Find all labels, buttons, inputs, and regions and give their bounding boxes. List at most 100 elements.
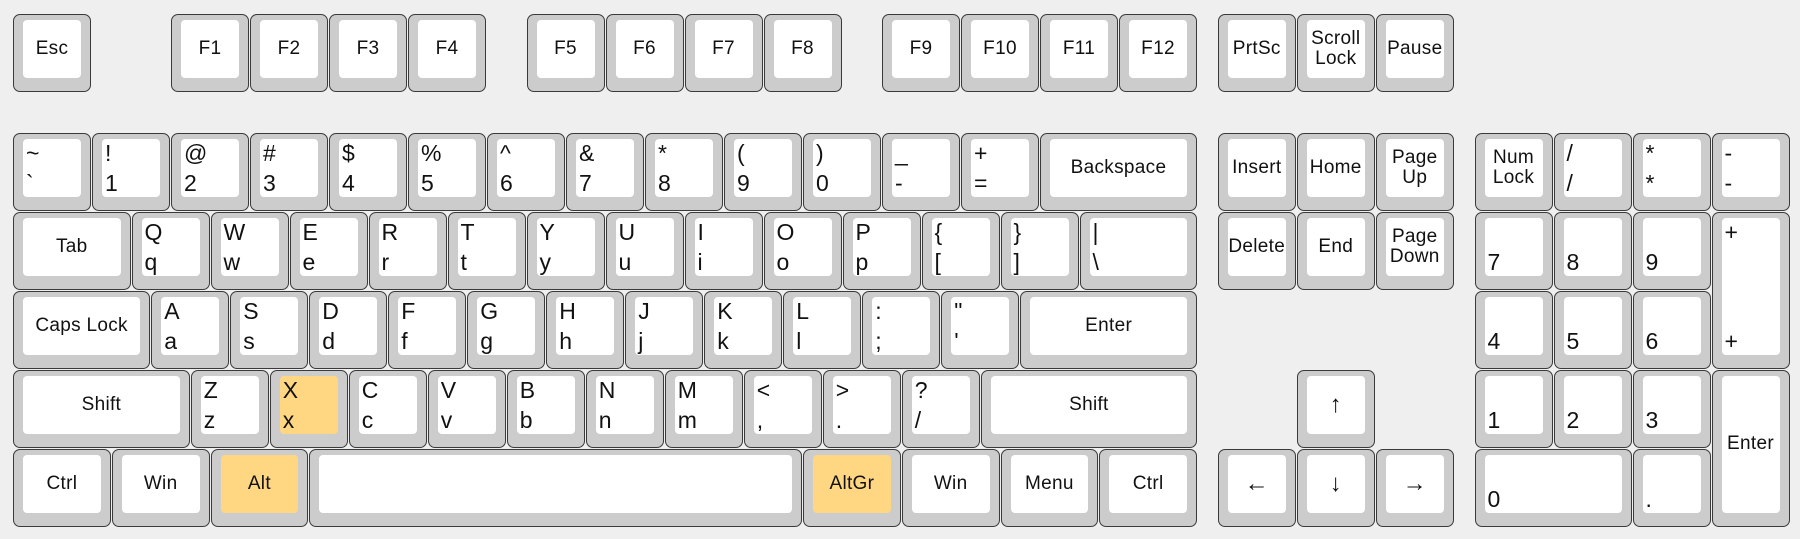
key-f9[interactable]: F9 bbox=[882, 14, 960, 92]
key-f6[interactable]: F6 bbox=[605, 14, 684, 92]
key-k[interactable]: Kk bbox=[704, 290, 783, 369]
key-arrow-left[interactable]: ← bbox=[1217, 448, 1296, 527]
key-num-8[interactable]: 8 bbox=[1553, 211, 1632, 290]
key-home[interactable]: Home bbox=[1296, 132, 1375, 211]
key-p[interactable]: Pp bbox=[842, 211, 921, 290]
key-num-lock[interactable]: Num Lock bbox=[1474, 132, 1553, 211]
key-f2[interactable]: F2 bbox=[250, 14, 328, 92]
key-end[interactable]: End bbox=[1296, 211, 1375, 290]
key-backspace[interactable]: Backspace bbox=[1040, 132, 1197, 211]
key-4[interactable]: $4 bbox=[329, 132, 407, 211]
key-backtick[interactable]: ~ ` bbox=[13, 132, 91, 211]
key-b[interactable]: Bb bbox=[506, 369, 585, 448]
key-f7[interactable]: F7 bbox=[684, 14, 763, 92]
key-right-bracket[interactable]: }] bbox=[1000, 211, 1079, 290]
key-num-plus[interactable]: + + bbox=[1711, 211, 1790, 369]
key-1[interactable]: ! 1 bbox=[92, 132, 170, 211]
key-7[interactable]: & 7 bbox=[566, 132, 644, 211]
key-5[interactable]: % 5 bbox=[408, 132, 486, 211]
key-left-shift[interactable]: Shift bbox=[13, 369, 190, 448]
key-backslash[interactable]: | \ bbox=[1079, 211, 1197, 290]
key-o[interactable]: Oo bbox=[763, 211, 842, 290]
key-enter[interactable]: Enter bbox=[1020, 290, 1197, 369]
key-z[interactable]: Zz bbox=[190, 369, 269, 448]
key-right-ctrl[interactable]: Ctrl bbox=[1099, 448, 1197, 527]
key-f3[interactable]: F3 bbox=[329, 14, 407, 92]
key-t[interactable]: Tt bbox=[447, 211, 526, 290]
key-slash[interactable]: ? / bbox=[901, 369, 980, 448]
key-w[interactable]: Ww bbox=[210, 211, 289, 290]
key-arrow-up[interactable]: ↑ bbox=[1296, 369, 1375, 448]
key-r[interactable]: Rr bbox=[368, 211, 447, 290]
key-delete[interactable]: Delete bbox=[1217, 211, 1296, 290]
key-x[interactable]: Xx bbox=[269, 369, 348, 448]
key-e[interactable]: Ee bbox=[289, 211, 368, 290]
key-period[interactable]: >. bbox=[822, 369, 901, 448]
key-tab[interactable]: Tab bbox=[13, 211, 131, 290]
key-c[interactable]: Cc bbox=[348, 369, 427, 448]
key-d[interactable]: Dd bbox=[309, 290, 388, 369]
key-num-0[interactable]: 0 bbox=[1474, 448, 1632, 527]
key-caps-lock[interactable]: Caps Lock bbox=[13, 290, 151, 369]
key-f8[interactable]: F8 bbox=[763, 14, 842, 92]
key-num-4[interactable]: 4 bbox=[1474, 290, 1553, 369]
key-num-1[interactable]: 1 bbox=[1474, 369, 1553, 448]
key-num-enter[interactable]: Enter bbox=[1711, 369, 1790, 527]
key-page-up[interactable]: Page Up bbox=[1375, 132, 1454, 211]
key-m[interactable]: Mm bbox=[664, 369, 743, 448]
key-f12[interactable]: F12 bbox=[1119, 14, 1197, 92]
key-right-win[interactable]: Win bbox=[901, 448, 1000, 527]
key-q[interactable]: Qq bbox=[131, 211, 210, 290]
key-left-ctrl[interactable]: Ctrl bbox=[13, 448, 111, 527]
key-h[interactable]: Hh bbox=[546, 290, 625, 369]
key-j[interactable]: Jj bbox=[625, 290, 704, 369]
key-left-win[interactable]: Win bbox=[111, 448, 210, 527]
key-l[interactable]: Ll bbox=[783, 290, 862, 369]
key-num-5[interactable]: 5 bbox=[1553, 290, 1632, 369]
key-menu[interactable]: Menu bbox=[1000, 448, 1099, 527]
key-num-decimal[interactable]: . bbox=[1632, 448, 1711, 527]
key-num-2[interactable]: 2 bbox=[1553, 369, 1632, 448]
key-pause[interactable]: Pause bbox=[1375, 14, 1454, 92]
key-f11[interactable]: F11 bbox=[1040, 14, 1118, 92]
key-n[interactable]: Nn bbox=[585, 369, 664, 448]
key-6[interactable]: ^ 6 bbox=[487, 132, 565, 211]
key-insert[interactable]: Insert bbox=[1217, 132, 1296, 211]
key-f1[interactable]: F1 bbox=[171, 14, 249, 92]
key-g[interactable]: Gg bbox=[467, 290, 546, 369]
key-scroll-lock[interactable]: Scroll Lock bbox=[1296, 14, 1375, 92]
key-0[interactable]: ) 0 bbox=[803, 132, 881, 211]
key-space[interactable] bbox=[309, 448, 802, 527]
key-arrow-right[interactable]: → bbox=[1375, 448, 1454, 527]
key-9[interactable]: (9 bbox=[724, 132, 802, 211]
key-f10[interactable]: F10 bbox=[961, 14, 1039, 92]
key-f5[interactable]: F5 bbox=[526, 14, 605, 92]
key-8[interactable]: * 8 bbox=[645, 132, 723, 211]
key-semicolon[interactable]: :; bbox=[862, 290, 941, 369]
key-esc[interactable]: Esc bbox=[13, 14, 91, 92]
key-minus[interactable]: _ - bbox=[882, 132, 960, 211]
key-num-multiply[interactable]: * * bbox=[1632, 132, 1711, 211]
key-num-minus[interactable]: -- bbox=[1711, 132, 1790, 211]
key-altgr[interactable]: AltGr bbox=[803, 448, 901, 527]
key-y[interactable]: Yy bbox=[526, 211, 605, 290]
key-quote[interactable]: " ' bbox=[941, 290, 1020, 369]
key-right-shift[interactable]: Shift bbox=[980, 369, 1197, 448]
key-prtsc[interactable]: PrtSc bbox=[1217, 14, 1296, 92]
key-i[interactable]: Ii bbox=[684, 211, 763, 290]
key-3[interactable]: #3 bbox=[250, 132, 328, 211]
key-f[interactable]: Ff bbox=[388, 290, 467, 369]
key-num-divide[interactable]: / / bbox=[1553, 132, 1632, 211]
key-num-6[interactable]: 6 bbox=[1632, 290, 1711, 369]
key-left-bracket[interactable]: {[ bbox=[921, 211, 1000, 290]
key-comma[interactable]: <, bbox=[743, 369, 822, 448]
key-num-7[interactable]: 7 bbox=[1474, 211, 1553, 290]
key-page-down[interactable]: Page Down bbox=[1375, 211, 1454, 290]
key-s[interactable]: Ss bbox=[230, 290, 309, 369]
key-arrow-down[interactable]: ↓ bbox=[1296, 448, 1375, 527]
key-num-9[interactable]: 9 bbox=[1632, 211, 1711, 290]
key-num-3[interactable]: 3 bbox=[1632, 369, 1711, 448]
key-equals[interactable]: + = bbox=[961, 132, 1039, 211]
key-left-alt[interactable]: Alt bbox=[210, 448, 309, 527]
key-v[interactable]: Vv bbox=[427, 369, 506, 448]
